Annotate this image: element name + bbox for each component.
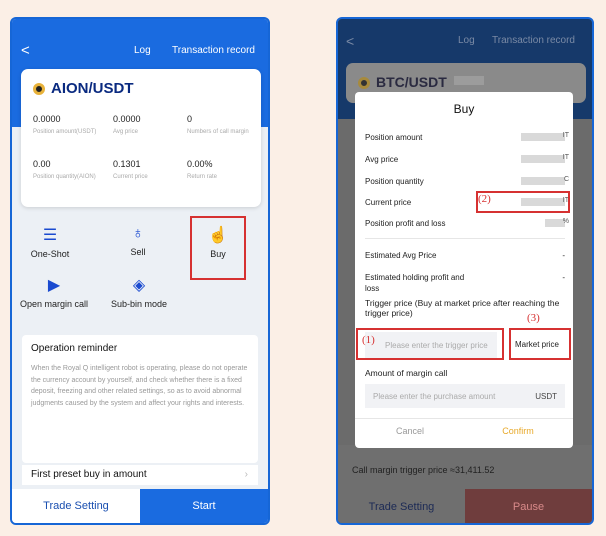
cube-icon: ◈: [132, 277, 146, 294]
stat-position-amount: 0.0000 Position amount(USDT): [33, 114, 97, 135]
pair-title: AION/USDT: [51, 80, 134, 97]
confirm-button[interactable]: Confirm: [493, 426, 543, 436]
reminder-title: Operation reminder: [31, 343, 118, 354]
coin-icon: [358, 77, 370, 89]
operation-reminder: Operation reminder When the Royal Q inte…: [22, 335, 258, 463]
transaction-record-link[interactable]: Transaction record: [492, 35, 575, 46]
stat-avg-price: 0.0000 Avg price: [113, 114, 141, 135]
first-preset-row[interactable]: First preset buy in amount ›: [22, 465, 258, 485]
coin-icon: [33, 83, 45, 95]
row-profit-loss: Position profit and loss %: [365, 218, 569, 228]
start-button[interactable]: Start: [140, 489, 268, 523]
position-card: AION/USDT 0.0000 Position amount(USDT) 0…: [21, 69, 261, 207]
play-circle-icon: ▶: [47, 277, 61, 294]
divider: [355, 418, 573, 419]
chevron-right-icon: ›: [244, 469, 248, 480]
row-position-amount: Position amount IT: [365, 132, 569, 142]
row-estimated-avg-price: Estimated Avg Price -: [365, 251, 565, 260]
one-shot-button[interactable]: ☰ One-Shot: [28, 225, 72, 259]
annotation-3: (3): [527, 312, 540, 324]
buy-dialog: Buy Position amount IT Avg price IT Posi…: [355, 92, 573, 448]
pause-button[interactable]: Pause: [465, 489, 592, 523]
first-preset-label: First preset buy in amount: [31, 469, 147, 480]
transaction-record-link[interactable]: Transaction record: [172, 45, 255, 56]
sub-bin-mode-button[interactable]: ◈ Sub-bin mode: [106, 275, 172, 309]
log-link[interactable]: Log: [458, 35, 475, 46]
left-phone-screen: < Log Transaction record AION/USDT 0.000…: [10, 17, 270, 525]
money-bag-icon: ♁: [132, 225, 144, 242]
blurred-value: [521, 133, 565, 141]
stat-return-rate: 0.00% Return rate: [187, 159, 218, 180]
call-margin-trigger-text: Call margin trigger price ≈31,411.52: [352, 465, 495, 475]
back-icon[interactable]: <: [21, 42, 30, 59]
row-position-quantity: Position quantity C: [365, 176, 569, 186]
stack-icon: ☰: [42, 227, 58, 244]
row-estimated-holding: Estimated holding profit and loss: [365, 273, 465, 293]
background-bottom: Call margin trigger price ≈31,411.52 Tra…: [338, 445, 592, 523]
log-link[interactable]: Log: [134, 45, 151, 56]
stat-call-margin-count: 0 Numbers of call margin: [187, 114, 249, 135]
annotation-2: (2): [478, 193, 491, 205]
sell-button[interactable]: ♁ Sell: [116, 225, 160, 257]
pair-title: BTC/USDT: [376, 74, 447, 90]
blurred-value: [521, 155, 565, 163]
back-icon[interactable]: <: [346, 33, 354, 49]
left-bottom-bar: Trade Setting Start: [12, 489, 268, 523]
stat-current-price: 0.1301 Current price: [113, 159, 148, 180]
trade-setting-button[interactable]: Trade Setting: [338, 489, 465, 523]
purchase-amount-input[interactable]: Please enter the purchase amount USDT: [365, 384, 565, 408]
buy-highlight-box: [190, 216, 246, 280]
stat-position-quantity: 0.00 Position quantity(AION): [33, 159, 96, 180]
dialog-title: Buy: [453, 102, 475, 116]
annotation-1: (1): [362, 334, 375, 346]
open-margin-call-button[interactable]: ▶ Open margin call: [14, 275, 94, 309]
usdt-unit: USDT: [535, 392, 557, 401]
right-phone-screen: < Log Transaction record BTC/USDT Call m…: [336, 17, 594, 525]
divider: [365, 238, 565, 239]
estimated-holding-value: -: [562, 273, 565, 282]
blurred-value: [521, 177, 565, 185]
trigger-input-highlight: [356, 328, 504, 360]
trade-setting-button[interactable]: Trade Setting: [12, 489, 140, 523]
reminder-body: When the Royal Q intelligent robot is op…: [31, 365, 248, 407]
market-price-highlight: [509, 328, 571, 360]
row-avg-price: Avg price IT: [365, 154, 569, 164]
margin-call-label: Amount of margin call: [365, 368, 448, 378]
cancel-button[interactable]: Cancel: [385, 426, 435, 436]
blurred-tag: [454, 76, 484, 85]
